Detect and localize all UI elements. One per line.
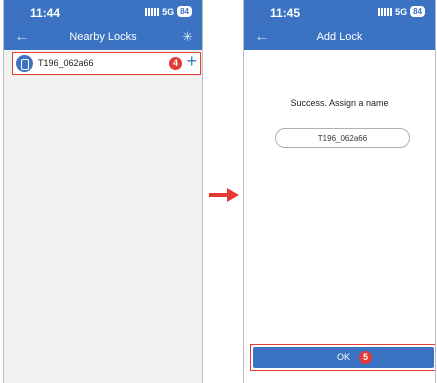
page-title: Nearby Locks	[69, 31, 137, 43]
lock-name-input[interactable]	[275, 128, 410, 148]
header-bar: 11:44 5G 84 ← Nearby Locks ✳	[4, 0, 202, 50]
success-message: Success. Assign a name	[290, 98, 389, 108]
status-indicators: 5G 84	[145, 6, 192, 17]
page-title: Add Lock	[316, 31, 363, 43]
nearby-locks-screen: 11:44 5G 84 ← Nearby Locks ✳ T196_062a66…	[3, 0, 203, 383]
add-lock-content: Success. Assign a name	[244, 50, 435, 383]
add-lock-screen: 11:45 5G 84 ← Add Lock Success. Assign a…	[243, 0, 436, 383]
network-label: 5G	[395, 6, 408, 17]
nav-bar: ← Nearby Locks ✳	[4, 26, 202, 50]
lock-list-item[interactable]: T196_062a66 4 +	[12, 51, 201, 75]
step-badge: 4	[169, 57, 182, 70]
plus-icon[interactable]: +	[186, 51, 197, 72]
ok-label: OK	[336, 352, 350, 362]
battery-badge: 84	[410, 6, 425, 17]
battery-badge: 84	[177, 6, 192, 17]
step-badge: 5	[359, 351, 372, 364]
status-bar: 11:45 5G 84	[244, 0, 435, 26]
nav-bar: ← Add Lock	[244, 26, 435, 50]
header-bar: 11:45 5G 84 ← Add Lock	[244, 0, 435, 50]
network-label: 5G	[162, 6, 175, 17]
signal-icon	[145, 7, 160, 16]
status-bar: 11:44 5G 84	[4, 0, 202, 26]
scan-icon[interactable]: ✳	[182, 29, 193, 45]
lock-name: T196_062a66	[38, 58, 94, 68]
status-indicators: 5G 84	[378, 6, 425, 17]
ok-highlight: OK 5	[250, 344, 435, 371]
ok-button[interactable]: OK	[253, 347, 434, 368]
arrow-right-icon	[209, 188, 239, 202]
lock-icon	[16, 55, 33, 72]
signal-icon	[378, 7, 393, 16]
status-time: 11:45	[270, 6, 301, 20]
status-time: 11:44	[30, 6, 61, 20]
